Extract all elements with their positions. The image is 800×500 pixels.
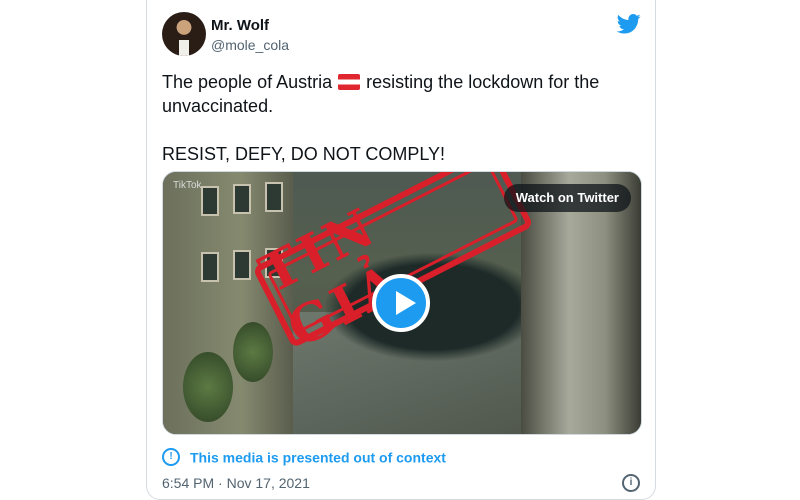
context-notice[interactable]: ! This media is presented out of context [162,448,446,467]
austria-flag-icon [338,74,361,90]
tweet-text-line2: RESIST, DEFY, DO NOT COMPLY! [162,144,446,164]
tweet-text-line1: The people of Austria resisting the lock… [162,70,632,118]
tree [183,352,233,422]
twitter-bird-icon[interactable] [617,14,641,34]
tweet-text-part1: The people of Austria [162,72,333,92]
tweet-timestamp[interactable]: 6:54 PM · Nov 17, 2021 [162,475,310,491]
tweet-card: Mr. Wolf @mole_cola The people of Austri… [146,0,656,500]
info-icon: ! [162,448,180,467]
tree [233,322,273,382]
avatar[interactable] [162,12,206,56]
context-notice-text[interactable]: This media is presented out of context [190,449,446,465]
tweet-text: The people of Austria resisting the lock… [162,70,632,166]
display-name[interactable]: Mr. Wolf [211,17,269,34]
user-handle[interactable]: @mole_cola [211,37,289,53]
info-about-icon[interactable]: i [622,474,640,492]
play-icon[interactable] [372,274,430,332]
video-media[interactable]: TikTok TIN GIẢ Watch on Twitter [162,171,642,435]
watch-on-twitter-button[interactable]: Watch on Twitter [503,184,631,212]
tiktok-watermark: TikTok [173,180,202,191]
